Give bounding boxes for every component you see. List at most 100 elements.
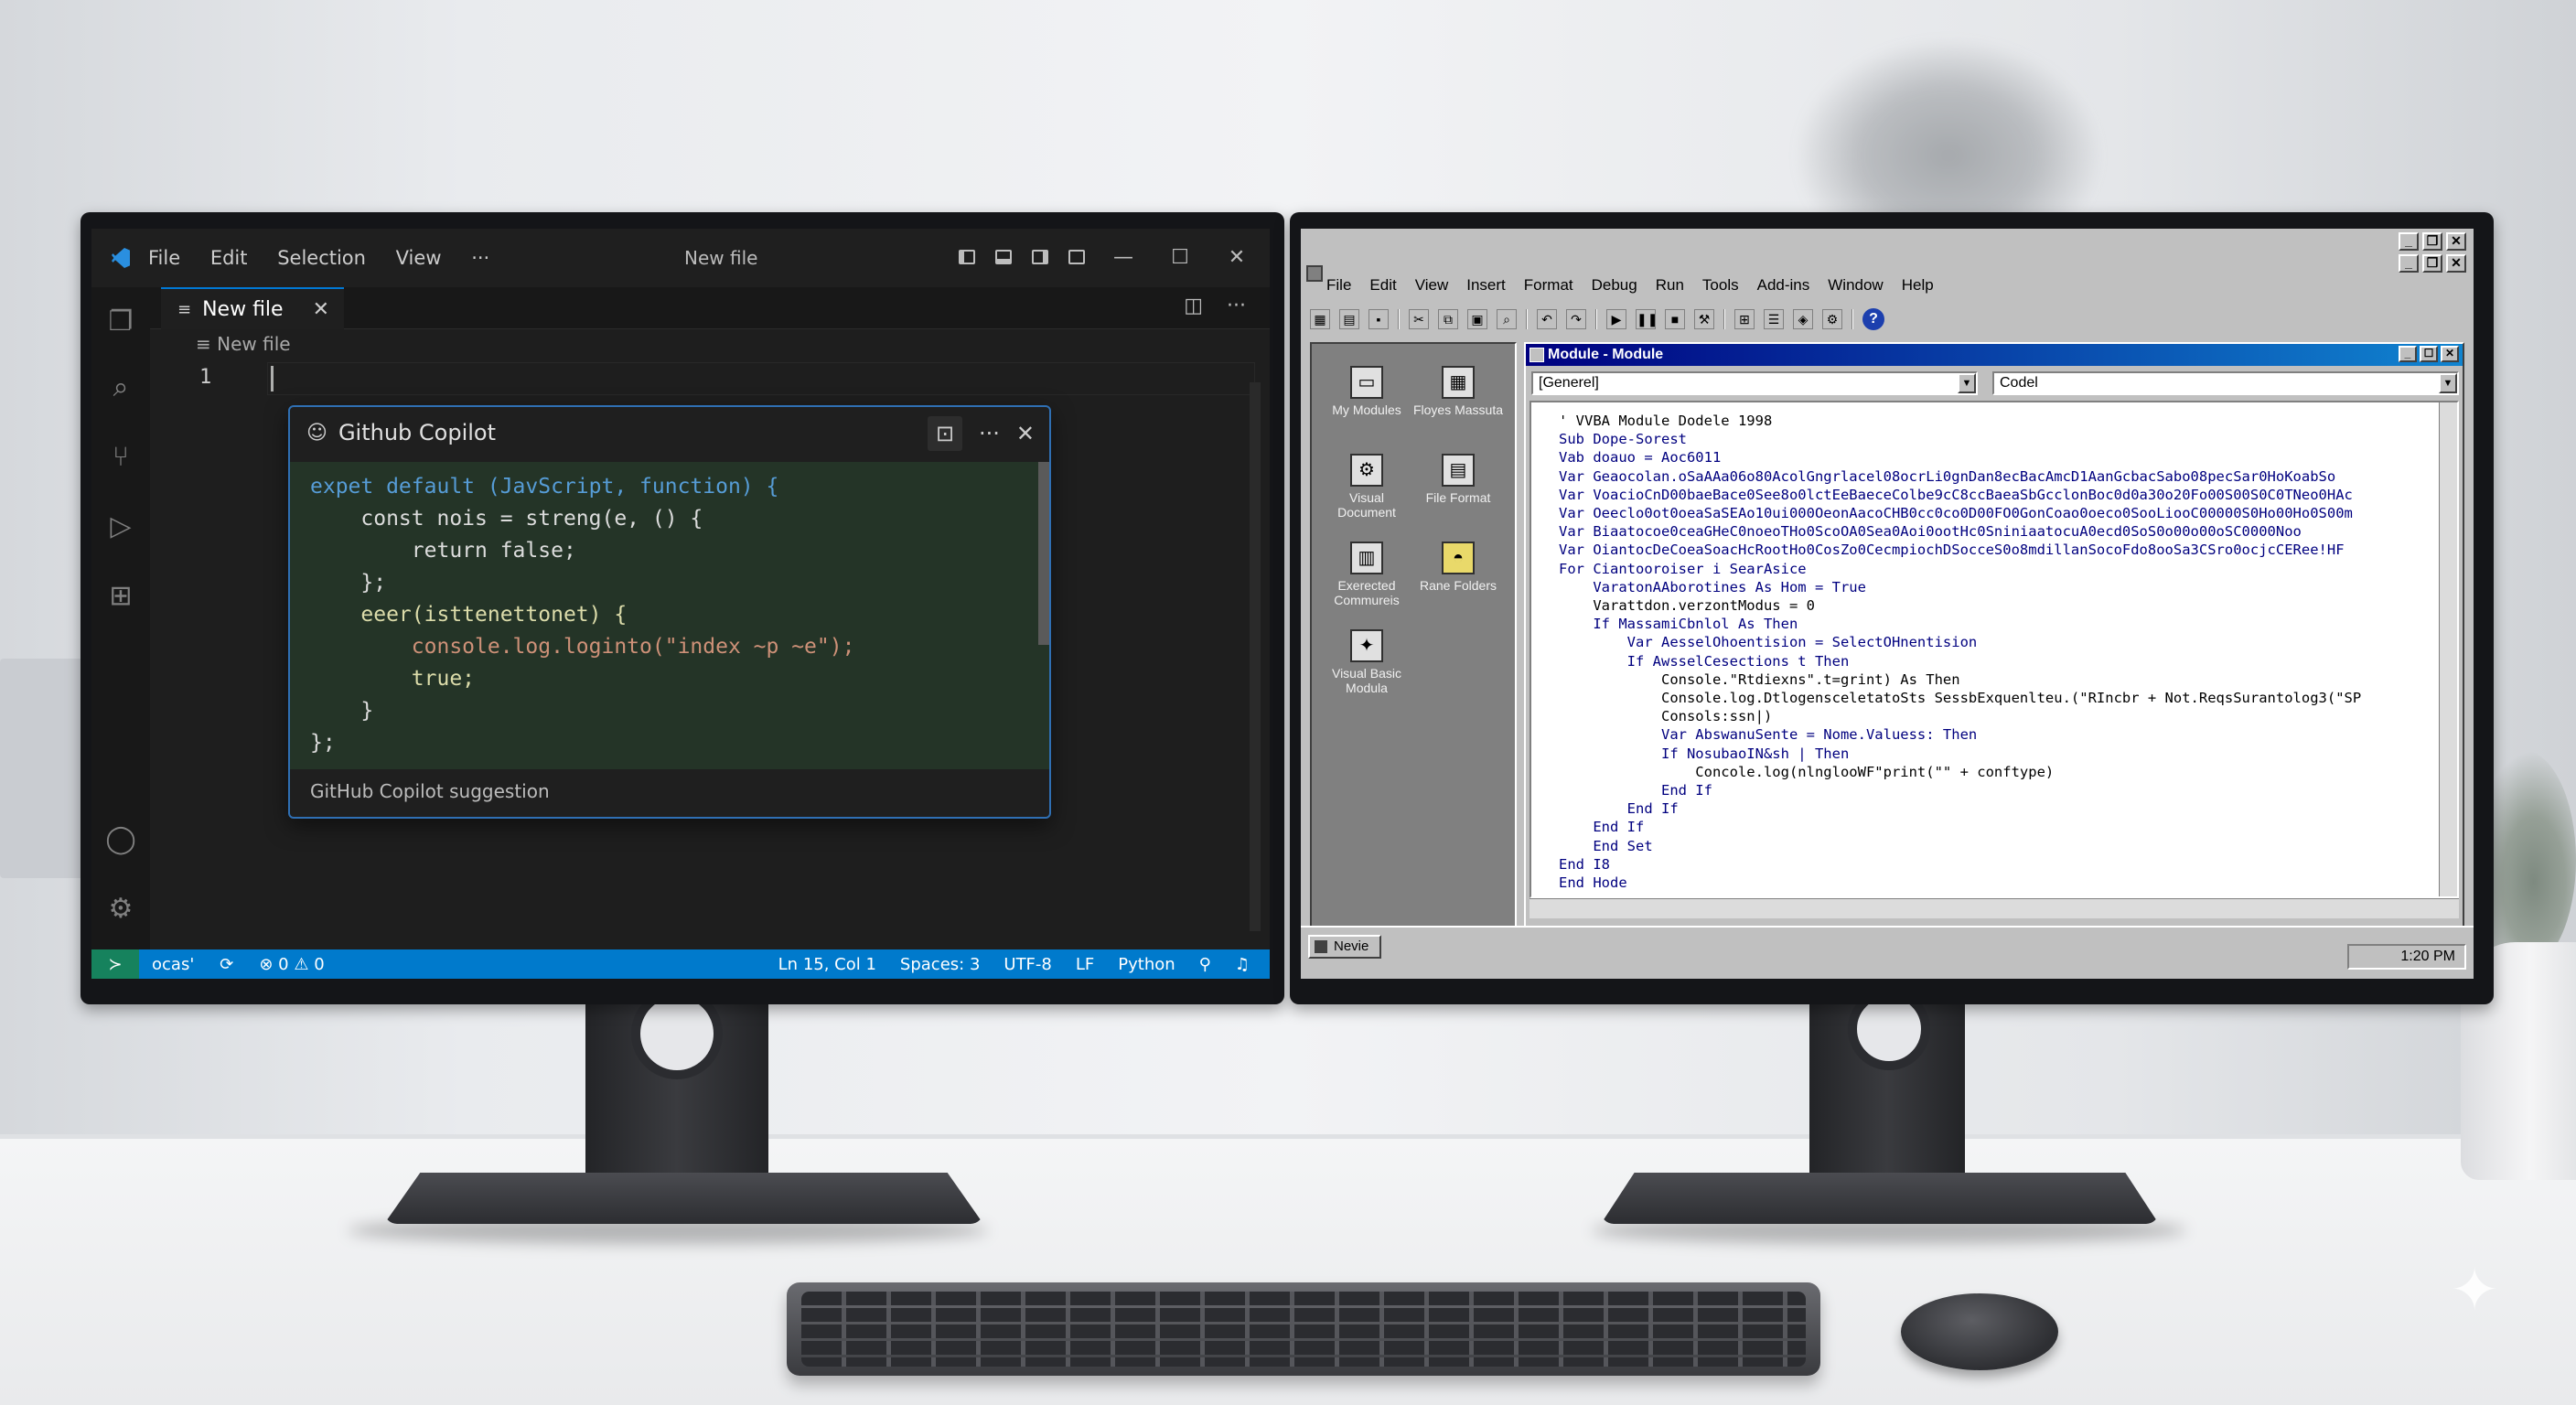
paste-icon[interactable]: ▣ (1467, 309, 1487, 329)
tab-new-file[interactable]: ≡ New file ✕ (161, 287, 344, 329)
split-editor-icon[interactable]: ◫ (1184, 295, 1203, 317)
project-item[interactable]: ✦ Visual Basic Modula (1321, 629, 1412, 695)
code-editor[interactable]: ' VVBA Module Dodele 1998 Sub Dope-Sorest… (1530, 401, 2459, 898)
close-button[interactable]: ✕ (2446, 232, 2466, 251)
close-button[interactable]: ✕ (1218, 241, 1255, 273)
app-window-controls: _ ❐ ✕ (2399, 232, 2466, 251)
code-horizontal-scrollbar[interactable] (1530, 898, 2459, 918)
run-debug-icon[interactable]: ▷ (104, 510, 137, 543)
copilot-close-icon[interactable]: ✕ (1016, 421, 1035, 446)
design-mode-icon[interactable]: ⚒ (1694, 309, 1714, 329)
gear-icon[interactable]: ⚙ (104, 893, 137, 926)
module-close-button[interactable]: ✕ (2441, 346, 2459, 362)
open-in-editor-icon[interactable]: ⊡ (928, 416, 962, 451)
menu-help[interactable]: Help (1902, 276, 1934, 295)
module-minimize-button[interactable]: _ (2399, 346, 2417, 362)
doc-close-button[interactable]: ✕ (2446, 254, 2466, 273)
module-maximize-button[interactable]: ☐ (2420, 346, 2438, 362)
menu-more[interactable]: ··· (471, 247, 489, 269)
vscode-titlebar: File Edit Selection View ··· New file — … (91, 229, 1270, 287)
toolbox-icon[interactable]: ⚙ (1822, 309, 1842, 329)
language-mode[interactable]: Python (1118, 955, 1175, 974)
project-item[interactable]: ⚙ Visual Document (1321, 454, 1412, 520)
line-ending[interactable]: LF (1076, 955, 1094, 974)
menu-format[interactable]: Format (1524, 276, 1573, 295)
help-icon[interactable]: ? (1862, 308, 1884, 330)
project-item[interactable]: ▦ Floyes Massuta (1412, 366, 1504, 417)
project-explorer-icon[interactable]: ⊞ (1734, 309, 1755, 329)
menu-file[interactable]: File (1326, 276, 1351, 295)
notifications-icon[interactable]: ♫ (1235, 955, 1250, 974)
toggle-panel-icon[interactable] (995, 250, 1012, 264)
find-icon[interactable]: ⌕ (1497, 309, 1517, 329)
maximize-button[interactable]: ☐ (1162, 241, 1198, 273)
project-item[interactable]: ◓ Rane Folders (1412, 542, 1504, 593)
properties-icon[interactable]: ☰ (1764, 309, 1784, 329)
object-dropdown[interactable]: [Generel] ▼ (1531, 371, 1978, 395)
editor-scrollbar[interactable] (1250, 382, 1261, 931)
more-actions-icon[interactable]: ··· (1227, 295, 1246, 317)
redo-icon[interactable]: ↷ (1566, 309, 1586, 329)
run-icon[interactable]: ▶ (1606, 309, 1626, 329)
break-icon[interactable]: ❚❚ (1636, 309, 1658, 329)
menu-insert[interactable]: Insert (1466, 276, 1506, 295)
menu-file[interactable]: File (148, 247, 180, 269)
doc-restore-button[interactable]: ❐ (2422, 254, 2442, 273)
sparkle-icon: ✦ (2450, 1257, 2499, 1323)
tab-close-icon[interactable]: ✕ (313, 298, 329, 321)
file-icon: ≡ (196, 333, 218, 355)
menu-window[interactable]: Window (1828, 276, 1883, 295)
toggle-sidebar-icon[interactable] (959, 250, 975, 264)
minimize-button[interactable]: — (1105, 241, 1142, 273)
account-icon[interactable]: ◯ (104, 823, 137, 856)
extensions-icon[interactable]: ⊞ (104, 580, 137, 613)
chevron-down-icon[interactable]: ▼ (2439, 373, 2457, 393)
view-host-icon[interactable]: ▦ (1310, 309, 1330, 329)
doc-minimize-button[interactable]: _ (2399, 254, 2419, 273)
indentation[interactable]: Spaces: 3 (900, 955, 980, 974)
menu-run[interactable]: Run (1656, 276, 1684, 295)
menu-view[interactable]: View (396, 247, 442, 269)
problems-indicator[interactable]: ⊗ 0 ⚠ 0 (259, 955, 324, 974)
copilot-more-icon[interactable]: ··· (979, 421, 1000, 446)
copilot-status-icon[interactable]: ⚲ (1199, 955, 1211, 974)
module-titlebar[interactable]: Module - Module _ ☐ ✕ (1526, 344, 2463, 366)
chevron-down-icon[interactable]: ▼ (1958, 373, 1976, 393)
procedure-dropdown[interactable]: Codel ▼ (1992, 371, 2459, 395)
cut-icon[interactable]: ✂ (1409, 309, 1429, 329)
toggle-secondary-sidebar-icon[interactable] (1032, 250, 1048, 264)
minimize-button[interactable]: _ (2399, 232, 2419, 251)
vba-app-icon[interactable] (1306, 265, 1323, 282)
branch-indicator[interactable]: οcas' (152, 955, 194, 974)
menu-view[interactable]: View (1415, 276, 1449, 295)
project-item[interactable]: ▤ File Format (1412, 454, 1504, 505)
menu-edit[interactable]: Edit (1369, 276, 1396, 295)
copilot-scrollbar[interactable] (1038, 462, 1049, 645)
breadcrumb[interactable]: ≡ New file (196, 333, 291, 355)
project-item[interactable]: ▥ Exerected Commureis (1321, 542, 1412, 607)
menu-edit[interactable]: Edit (210, 247, 248, 269)
encoding[interactable]: UTF-8 (1004, 955, 1051, 974)
object-browser-icon[interactable]: ◈ (1793, 309, 1813, 329)
insert-userform-icon[interactable]: ▤ (1339, 309, 1359, 329)
code-vertical-scrollbar[interactable] (2439, 402, 2457, 896)
copilot-code[interactable]: expet default (JavScript, function) { co… (290, 462, 1049, 769)
menu-debug[interactable]: Debug (1592, 276, 1637, 295)
undo-icon[interactable]: ↶ (1537, 309, 1557, 329)
customize-layout-icon[interactable] (1068, 250, 1085, 264)
source-control-icon[interactable]: ⑂ (104, 441, 137, 474)
reset-icon[interactable]: ■ (1665, 309, 1685, 329)
remote-indicator-icon[interactable]: ≻ (91, 949, 139, 979)
explorer-icon[interactable]: ❐ (104, 306, 137, 338)
restore-button[interactable]: ❐ (2422, 232, 2442, 251)
menu-addins[interactable]: Add-ins (1757, 276, 1810, 295)
project-item[interactable]: ▭ My Modules (1321, 366, 1412, 417)
menu-tools[interactable]: Tools (1702, 276, 1739, 295)
search-icon[interactable]: ⌕ (104, 371, 137, 404)
taskbar-button[interactable]: Nevie (1308, 935, 1381, 959)
save-icon[interactable]: ▪ (1368, 309, 1389, 329)
sync-icon[interactable]: ⟳ (220, 955, 233, 974)
copy-icon[interactable]: ⧉ (1438, 309, 1458, 329)
cursor-position[interactable]: Ln 15, Col 1 (778, 955, 876, 974)
menu-selection[interactable]: Selection (277, 247, 366, 269)
